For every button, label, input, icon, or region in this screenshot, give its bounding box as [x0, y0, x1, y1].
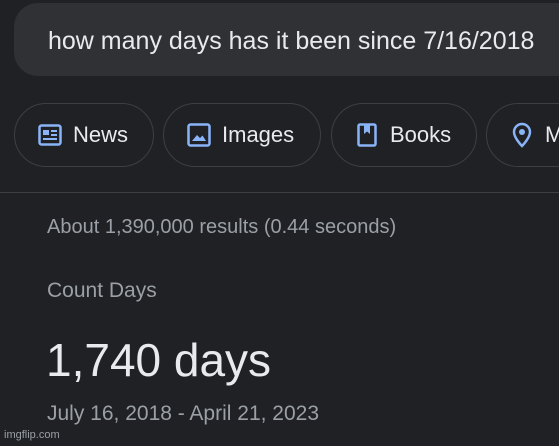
answer-date-range: July 16, 2018 - April 21, 2023 [47, 402, 320, 425]
image-icon [186, 122, 212, 148]
watermark: imgflip.com [4, 429, 60, 441]
chip-images[interactable]: Images [163, 103, 321, 167]
news-icon [37, 122, 63, 148]
chip-books-label: Books [390, 122, 452, 147]
chip-books[interactable]: Books [331, 103, 477, 167]
answer-value: 1,740 days [46, 334, 272, 386]
search-query[interactable]: how many days has it been since 7/16/201… [48, 27, 534, 56]
answer-label: Count Days [47, 279, 157, 302]
chip-maps[interactable]: M [486, 103, 559, 167]
book-icon [354, 122, 380, 148]
map-pin-icon [509, 122, 535, 148]
chip-news-label: News [73, 122, 129, 147]
chip-maps-label: M [545, 122, 559, 147]
result-stats: About 1,390,000 results (0.44 seconds) [47, 216, 397, 238]
search-box[interactable]: how many days has it been since 7/16/201… [14, 3, 559, 76]
divider [0, 192, 559, 193]
chip-images-label: Images [222, 122, 295, 147]
search-results-page: how many days has it been since 7/16/201… [0, 0, 559, 446]
chip-news[interactable]: News [14, 103, 154, 167]
